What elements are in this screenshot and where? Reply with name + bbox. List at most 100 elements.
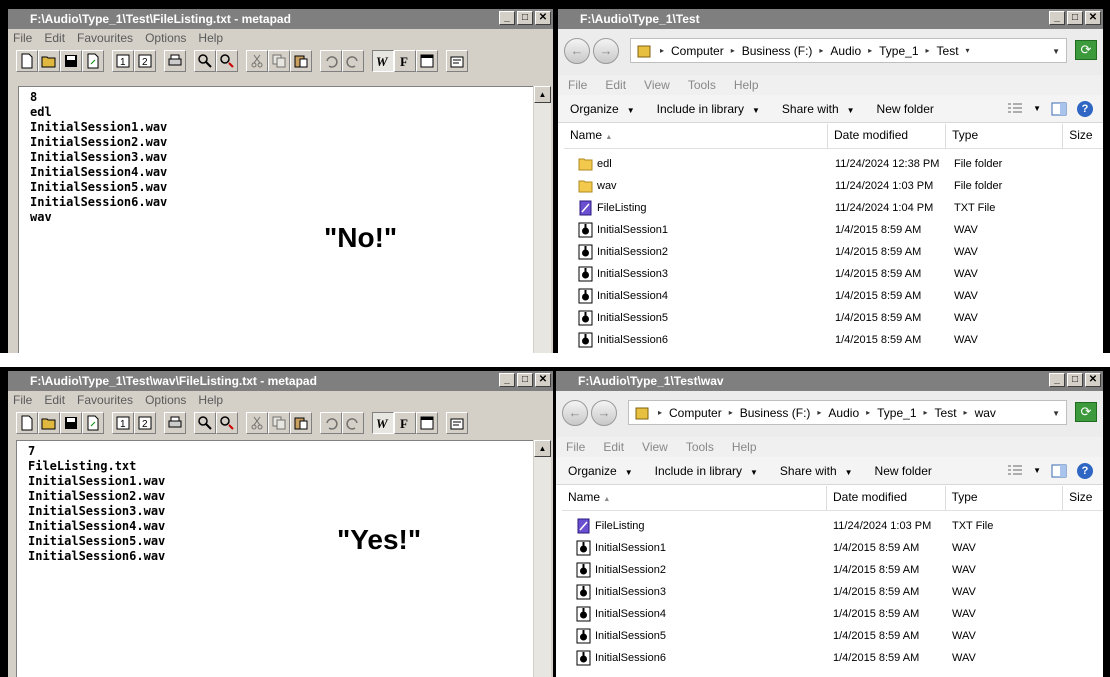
minimize-button[interactable]: _ (499, 373, 515, 387)
vertical-scrollbar[interactable]: ▲ (534, 440, 551, 677)
new-file-icon[interactable] (16, 412, 38, 434)
cut-icon[interactable] (246, 412, 268, 434)
replace-icon[interactable] (216, 50, 238, 72)
column-size[interactable]: Size (1063, 124, 1103, 148)
menu-favourites[interactable]: Favourites (77, 393, 133, 407)
file-row[interactable]: InitialSession6 1/4/2015 8:59 AM WAV (564, 329, 1103, 351)
breadcrumb-computer[interactable]: Computer (669, 406, 722, 420)
bookmark-2-icon[interactable]: 2 (134, 412, 156, 434)
word-wrap-icon[interactable]: W (372, 412, 394, 434)
column-name[interactable]: Name ▲ (564, 124, 828, 148)
menu-view[interactable]: View (644, 78, 670, 92)
minimize-button[interactable]: _ (1049, 11, 1065, 25)
menu-tools[interactable]: Tools (688, 78, 716, 92)
redo-icon[interactable] (342, 412, 364, 434)
save-icon[interactable] (60, 50, 82, 72)
menu-options[interactable]: Options (145, 31, 186, 45)
organize-button[interactable]: Organize ▼ (556, 464, 643, 478)
copy-icon[interactable] (268, 50, 290, 72)
save-icon[interactable] (60, 412, 82, 434)
settings-icon[interactable] (446, 50, 468, 72)
word-wrap-icon[interactable]: W (372, 50, 394, 72)
include-in-library-button[interactable]: Include in library ▼ (643, 464, 768, 478)
new-folder-button[interactable]: New folder (865, 102, 944, 116)
help-icon[interactable]: ? (1077, 100, 1093, 117)
maximize-button[interactable]: □ (517, 11, 533, 25)
close-button[interactable]: ✕ (1085, 11, 1101, 25)
redo-icon[interactable] (342, 50, 364, 72)
column-date-modified[interactable]: Date modified (828, 124, 947, 148)
always-on-top-icon[interactable] (416, 50, 438, 72)
file-row[interactable]: InitialSession2 1/4/2015 8:59 AM WAV (564, 241, 1103, 263)
share-with-button[interactable]: Share with ▼ (770, 102, 865, 116)
minimize-button[interactable]: _ (1049, 373, 1065, 387)
file-row[interactable]: InitialSession2 1/4/2015 8:59 AM WAV (562, 559, 1103, 581)
font-icon[interactable]: F (394, 50, 416, 72)
file-row[interactable]: InitialSession5 1/4/2015 8:59 AM WAV (562, 625, 1103, 647)
bookmark-1-icon[interactable]: 1 (112, 412, 134, 434)
file-row[interactable]: InitialSession3 1/4/2015 8:59 AM WAV (564, 263, 1103, 285)
menu-view[interactable]: View (642, 440, 668, 454)
open-folder-icon[interactable] (38, 412, 60, 434)
menu-help[interactable]: Help (198, 31, 223, 45)
breadcrumb-audio[interactable]: Audio (828, 406, 859, 420)
file-row[interactable]: wav 11/24/2024 1:03 PM File folder (564, 175, 1103, 197)
menu-edit[interactable]: Edit (44, 31, 65, 45)
minimize-button[interactable]: _ (499, 11, 515, 25)
close-button[interactable]: ✕ (535, 373, 551, 387)
vertical-scrollbar[interactable]: ▲ (534, 86, 551, 353)
close-button[interactable]: ✕ (535, 11, 551, 25)
new-file-icon[interactable] (16, 50, 38, 72)
file-row[interactable]: FileListing 11/24/2024 1:03 PM TXT File (562, 515, 1103, 537)
preview-pane-icon[interactable] (1051, 464, 1067, 478)
settings-icon[interactable] (446, 412, 468, 434)
file-row[interactable]: InitialSession4 1/4/2015 8:59 AM WAV (562, 603, 1103, 625)
column-name[interactable]: Name ▲ (562, 486, 827, 510)
forward-button[interactable]: → (591, 400, 617, 426)
file-row[interactable]: InitialSession1 1/4/2015 8:59 AM WAV (564, 219, 1103, 241)
print-icon[interactable] (164, 50, 186, 72)
chevron-down-icon[interactable]: ▼ (1033, 104, 1041, 113)
view-options-icon[interactable] (1007, 464, 1023, 478)
maximize-button[interactable]: □ (1067, 373, 1083, 387)
export-icon[interactable] (82, 412, 104, 434)
scroll-up-arrow-icon[interactable]: ▲ (534, 440, 551, 457)
export-icon[interactable] (82, 50, 104, 72)
menu-file[interactable]: File (568, 78, 587, 92)
breadcrumb-type1[interactable]: Type_1 (879, 44, 918, 58)
cut-icon[interactable] (246, 50, 268, 72)
column-type[interactable]: Type (946, 124, 1064, 148)
column-size[interactable]: Size (1063, 486, 1103, 510)
refresh-icon[interactable]: ⟳ (1075, 402, 1097, 422)
replace-icon[interactable] (216, 412, 238, 434)
menu-edit[interactable]: Edit (605, 78, 626, 92)
menu-edit[interactable]: Edit (44, 393, 65, 407)
breadcrumb-drive[interactable]: Business (F:) (740, 406, 811, 420)
print-icon[interactable] (164, 412, 186, 434)
breadcrumb-drive[interactable]: Business (F:) (742, 44, 813, 58)
undo-icon[interactable] (320, 50, 342, 72)
preview-pane-icon[interactable] (1051, 102, 1067, 116)
breadcrumb-test[interactable]: Test (935, 406, 957, 420)
bookmark-1-icon[interactable]: 1 (112, 50, 134, 72)
find-icon[interactable] (194, 50, 216, 72)
forward-button[interactable]: → (593, 38, 619, 64)
scroll-up-arrow-icon[interactable]: ▲ (534, 86, 551, 103)
menu-help[interactable]: Help (734, 78, 759, 92)
breadcrumb-wav[interactable]: wav (975, 406, 996, 420)
menu-file[interactable]: File (13, 393, 32, 407)
column-date-modified[interactable]: Date modified (827, 486, 946, 510)
maximize-button[interactable]: □ (517, 373, 533, 387)
help-icon[interactable]: ? (1077, 462, 1093, 479)
address-bar[interactable]: ▸ Computer ▸ Business (F:) ▸ Audio ▸ Type_1… (628, 400, 1067, 425)
bookmark-2-icon[interactable]: 2 (134, 50, 156, 72)
share-with-button[interactable]: Share with ▼ (768, 464, 863, 478)
refresh-icon[interactable]: ⟳ (1075, 40, 1097, 60)
paste-icon[interactable] (290, 412, 312, 434)
file-row[interactable]: FileListing 11/24/2024 1:04 PM TXT File (564, 197, 1103, 219)
file-row[interactable]: edl 11/24/2024 12:38 PM File folder (564, 153, 1103, 175)
breadcrumb-computer[interactable]: Computer (671, 44, 724, 58)
text-editor[interactable]: 7 FileListing.txt InitialSession1.wav Initi… (16, 440, 533, 677)
copy-icon[interactable] (268, 412, 290, 434)
file-row[interactable]: InitialSession3 1/4/2015 8:59 AM WAV (562, 581, 1103, 603)
